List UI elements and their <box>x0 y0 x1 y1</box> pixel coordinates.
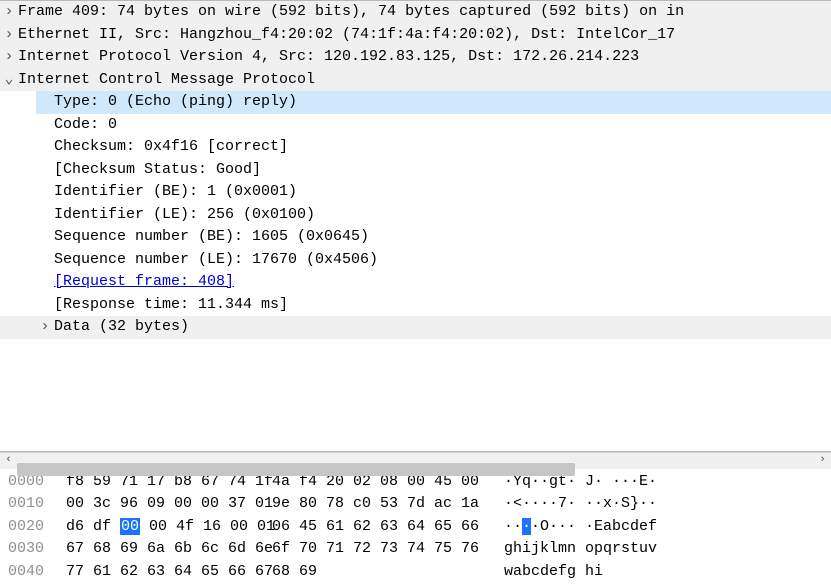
ethernet-summary-text: Ethernet II, Src: Hangzhou_f4:20:02 (74:… <box>18 26 675 43</box>
highlighted-byte: 00 <box>120 518 140 535</box>
tree-row-frame[interactable]: ›Frame 409: 74 bytes on wire (592 bits),… <box>0 1 831 24</box>
chevron-right-icon: › <box>0 46 18 69</box>
hex-bytes-group2: 6f 70 71 72 73 74 75 76 <box>272 538 504 561</box>
icmp-response-time-row[interactable]: [Response time: 11.344 ms] <box>0 294 831 317</box>
icmp-code-text: Code: 0 <box>54 116 117 133</box>
hex-ascii: ghijklmn opqrstuv <box>504 538 657 561</box>
hex-ascii: wabcdefg hi <box>504 561 603 584</box>
icmp-id-be-row[interactable]: Identifier (BE): 1 (0x0001) <box>0 181 831 204</box>
icmp-id-le-text: Identifier (LE): 256 (0x0100) <box>54 206 315 223</box>
chevron-right-icon: › <box>0 24 18 47</box>
icmp-seq-le-row[interactable]: Sequence number (LE): 17670 (0x4506) <box>0 249 831 272</box>
hex-offset: 0030 <box>8 538 66 561</box>
hex-bytes-group1: 67 68 69 6a 6b 6c 6d 6e <box>66 538 272 561</box>
ip-summary-text: Internet Protocol Version 4, Src: 120.19… <box>18 48 639 65</box>
icmp-checksum-text: Checksum: 0x4f16 [correct] <box>54 138 288 155</box>
hex-bytes-group2: 06 45 61 62 63 64 65 66 <box>272 516 504 539</box>
tree-row-icmp-data[interactable]: ›Data (32 bytes) <box>0 316 831 339</box>
hex-bytes-group1: d6 df 00 00 4f 16 00 01 <box>66 516 272 539</box>
hex-dump-pane[interactable]: 0000 f8 59 71 17 b8 67 74 1f 4a f4 20 02… <box>0 469 831 587</box>
hex-bytes-group2: 9e 80 78 c0 53 7d ac 1a <box>272 493 504 516</box>
icmp-checksum-row[interactable]: Checksum: 0x4f16 [correct] <box>0 136 831 159</box>
icmp-type-text: Type: 0 (Echo (ping) reply) <box>54 93 297 110</box>
scroll-right-arrow-icon[interactable]: › <box>814 452 831 469</box>
hex-bytes-group2: 68 69 <box>272 561 504 584</box>
hex-offset: 0010 <box>8 493 66 516</box>
tree-row-ip[interactable]: ›Internet Protocol Version 4, Src: 120.1… <box>0 46 831 69</box>
icmp-id-be-text: Identifier (BE): 1 (0x0001) <box>54 183 297 200</box>
frame-summary-text: Frame 409: 74 bytes on wire (592 bits), … <box>18 3 684 20</box>
icmp-type-row[interactable]: Type: 0 (Echo (ping) reply) <box>36 91 831 114</box>
hex-row[interactable]: 0030 67 68 69 6a 6b 6c 6d 6e 6f 70 71 72… <box>0 538 831 561</box>
hex-bytes-group1: 00 3c 96 09 00 00 37 01 <box>66 493 272 516</box>
hex-row[interactable]: 0040 77 61 62 63 64 65 66 67 68 69 wabcd… <box>0 561 831 584</box>
icmp-id-le-row[interactable]: Identifier (LE): 256 (0x0100) <box>0 204 831 227</box>
hex-row[interactable]: 0010 00 3c 96 09 00 00 37 01 9e 80 78 c0… <box>0 493 831 516</box>
tree-row-icmp[interactable]: ⌄Internet Control Message Protocol <box>0 69 831 92</box>
scrollbar-thumb[interactable] <box>17 463 575 476</box>
chevron-right-icon: › <box>36 316 54 339</box>
request-frame-link[interactable]: [Request frame: 408] <box>54 273 234 290</box>
chevron-down-icon: ⌄ <box>0 69 18 92</box>
hex-bytes-group1: 77 61 62 63 64 65 66 67 <box>66 561 272 584</box>
hex-row[interactable]: 0020 d6 df 00 00 4f 16 00 01 06 45 61 62… <box>0 516 831 539</box>
icmp-header-text: Internet Control Message Protocol <box>18 71 315 88</box>
icmp-request-frame-row[interactable]: [Request frame: 408] <box>0 271 831 294</box>
tree-row-ethernet[interactable]: ›Ethernet II, Src: Hangzhou_f4:20:02 (74… <box>0 24 831 47</box>
icmp-seq-be-row[interactable]: Sequence number (BE): 1605 (0x0645) <box>0 226 831 249</box>
icmp-seq-be-text: Sequence number (BE): 1605 (0x0645) <box>54 228 369 245</box>
hex-ascii: ·<····7· ··x·S}·· <box>504 493 657 516</box>
hex-offset: 0040 <box>8 561 66 584</box>
icmp-response-time-text: [Response time: 11.344 ms] <box>54 296 288 313</box>
packet-details-pane[interactable]: ›Frame 409: 74 bytes on wire (592 bits),… <box>0 1 831 452</box>
icmp-checksum-status-row[interactable]: [Checksum Status: Good] <box>0 159 831 182</box>
chevron-right-icon: › <box>0 1 18 24</box>
icmp-checksum-status-text: [Checksum Status: Good] <box>54 161 261 178</box>
icmp-data-summary-text: Data (32 bytes) <box>54 318 189 335</box>
icmp-seq-le-text: Sequence number (LE): 17670 (0x4506) <box>54 251 378 268</box>
highlighted-ascii: · <box>522 518 531 535</box>
scroll-left-arrow-icon[interactable]: ‹ <box>0 452 17 469</box>
horizontal-scrollbar[interactable]: ‹ › <box>0 452 831 469</box>
icmp-code-row[interactable]: Code: 0 <box>0 114 831 137</box>
hex-offset: 0020 <box>8 516 66 539</box>
hex-ascii: ····O··· ·Eabcdef <box>504 516 657 539</box>
